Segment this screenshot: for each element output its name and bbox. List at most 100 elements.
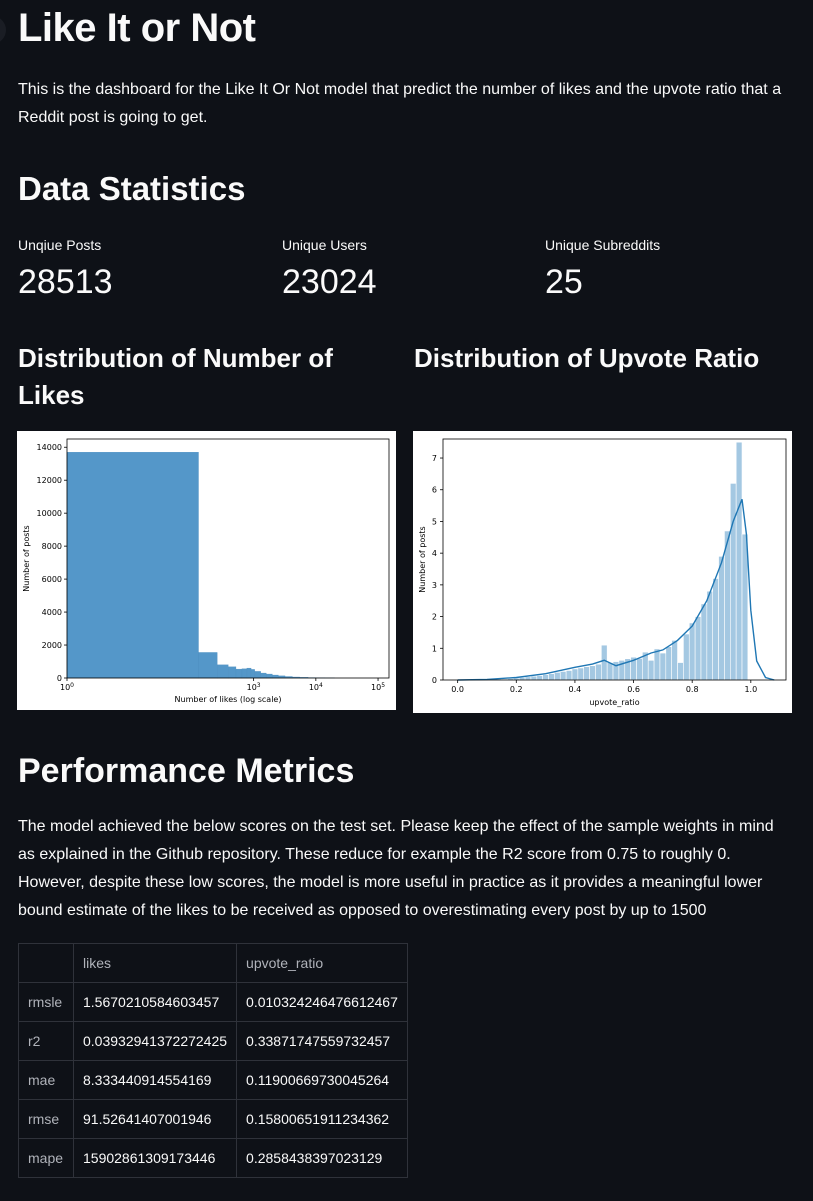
upvote-ratio-chart: 0 1 2 3 4 5 6 7 0.0 0.2 0.4 0.6 0.8 1.0 upvote_ratio Nu… [413,431,792,713]
histogram-bar [671,640,678,681]
sidebar-toggle[interactable] [0,16,6,44]
x-tick-label: 0.4 [569,685,582,694]
histogram-bar [524,676,532,681]
metric-label: Unique Subreddits [545,237,661,253]
x-tick-label: 0.6 [627,685,640,694]
likes-histogram-chart: 0 2000 4000 6000 8000 10000 12000 14000 100 103 10… [17,431,396,710]
cell-upvote-ratio[interactable]: 0.11900669730045264 [236,1060,408,1100]
y-tick-label: 2000 [42,641,62,650]
histogram-bar [712,578,719,681]
metric-label: Unique Users [282,237,367,253]
x-tick-label: 0.2 [510,685,523,694]
histogram-bar [706,590,714,681]
cell-likes[interactable]: 0.03932941372272425 [72,1021,238,1061]
cell-likes[interactable]: 1.5670210584603457 [72,982,238,1022]
performance-metrics-heading: Performance Metrics [18,752,355,790]
table-header-row: likes upvote_ratio [18,943,408,983]
row-label: rmse [18,1099,74,1139]
histogram-bar [665,646,672,681]
histogram-bar [700,603,708,681]
table-row: rmse 91.52641407001946 0.158006519112343… [18,1099,408,1139]
metric-unique-posts: Unqiue Posts 28513 [18,237,258,302]
histogram-bar [606,662,614,681]
cell-upvote-ratio[interactable]: 0.15800651911234362 [236,1099,408,1139]
histogram-bar [583,666,590,681]
y-tick-label: 0 [57,674,62,683]
metric-label: Unqiue Posts [18,237,102,253]
histogram-bar [589,665,596,681]
histogram-bar [272,674,279,679]
upvote-ratio-svg: 0 1 2 3 4 5 6 7 0.0 0.2 0.4 0.6 0.8 1.0 upvote_ratio Nu… [418,438,787,707]
histogram-bar [536,675,543,681]
y-tick-label: 3 [432,581,437,590]
histogram-bar [235,668,243,679]
y-tick-label: 14000 [37,443,62,452]
histogram-bar [724,530,731,681]
histogram-bar [729,483,737,681]
ratio-distribution-heading: Distribution of Upvote Ratio [414,343,760,373]
histogram-bar [228,666,237,679]
histogram-bar [254,671,261,679]
x-tick-label: 100 [60,682,74,692]
histogram-bar [559,671,567,681]
metric-value: 28513 [18,263,113,301]
histogram-bar [571,668,579,681]
table-header-index[interactable] [18,943,74,983]
histogram-bar [595,663,602,681]
metric-unique-subreddits: Unique Subreddits 25 [545,237,785,302]
y-axis-label: Number of posts [418,526,427,592]
histogram-bar [548,673,555,681]
row-label: rmsle [18,982,74,1022]
metric-value: 23024 [282,263,377,301]
y-tick-label: 8000 [42,542,62,551]
table-row: mape 15902861309173446 0.285843839702312… [18,1138,408,1178]
cell-upvote-ratio[interactable]: 0.2858438397023129 [236,1138,408,1178]
metric-unique-users: Unique Users 23024 [282,237,522,302]
likes-distribution-heading: Distribution of Number of Likes [18,343,333,410]
histogram-bar [659,652,667,681]
x-axis-label: upvote_ratio [589,698,639,707]
cell-likes[interactable]: 15902861309173446 [72,1138,238,1178]
x-tick-label: 0.8 [686,685,699,694]
histogram-bar [694,616,702,681]
histogram-bar [565,670,573,681]
histogram-bar [601,644,608,681]
histogram-bar [246,667,252,679]
row-label: mape [18,1138,74,1178]
cell-likes[interactable]: 91.52641407001946 [72,1099,238,1139]
y-axis-label: Number of posts [22,525,31,591]
y-tick-label: 0 [432,676,437,685]
histogram-bar [241,668,248,679]
y-tick-label: 7 [432,454,437,463]
y-tick-label: 12000 [37,476,62,485]
histogram-bar [198,652,218,679]
table-row: rmsle 1.5670210584603457 0.0103242464766… [18,982,408,1022]
histogram-bar [577,667,585,681]
page-title: Like It or Not [18,6,256,50]
histogram-bar [636,658,643,681]
table-header-upvote-ratio[interactable]: upvote_ratio [236,943,408,983]
y-tick-label: 5 [432,517,437,526]
cell-upvote-ratio[interactable]: 0.33871747559732457 [236,1021,408,1061]
y-tick-label: 6000 [42,575,62,584]
histogram-bar [718,556,725,681]
x-tick-label: 103 [247,682,261,692]
y-tick-label: 6 [432,486,437,495]
cell-upvote-ratio[interactable]: 0.010324246476612467 [236,982,408,1022]
y-tick-label: 4000 [42,608,62,617]
histogram-bar [266,673,273,679]
likes-histogram-svg: 0 2000 4000 6000 8000 10000 12000 14000 100 103 10… [22,438,390,704]
data-statistics-heading: Data Statistics [18,170,246,207]
histogram-bar [260,672,267,679]
histogram-bar [677,662,684,681]
histogram-bar [683,633,690,681]
performance-description: The model achieved the below scores on t… [18,818,774,919]
metrics-table: likes upvote_ratio rmsle 1.5670210584603… [18,943,408,1178]
histogram-bar [542,674,549,681]
table-header-likes[interactable]: likes [72,943,238,983]
x-tick-label: 105 [371,682,385,692]
histogram-bar [530,675,538,681]
histogram-bar [66,452,199,679]
cell-likes[interactable]: 8.333440914554169 [72,1060,238,1100]
row-label: r2 [18,1021,74,1061]
